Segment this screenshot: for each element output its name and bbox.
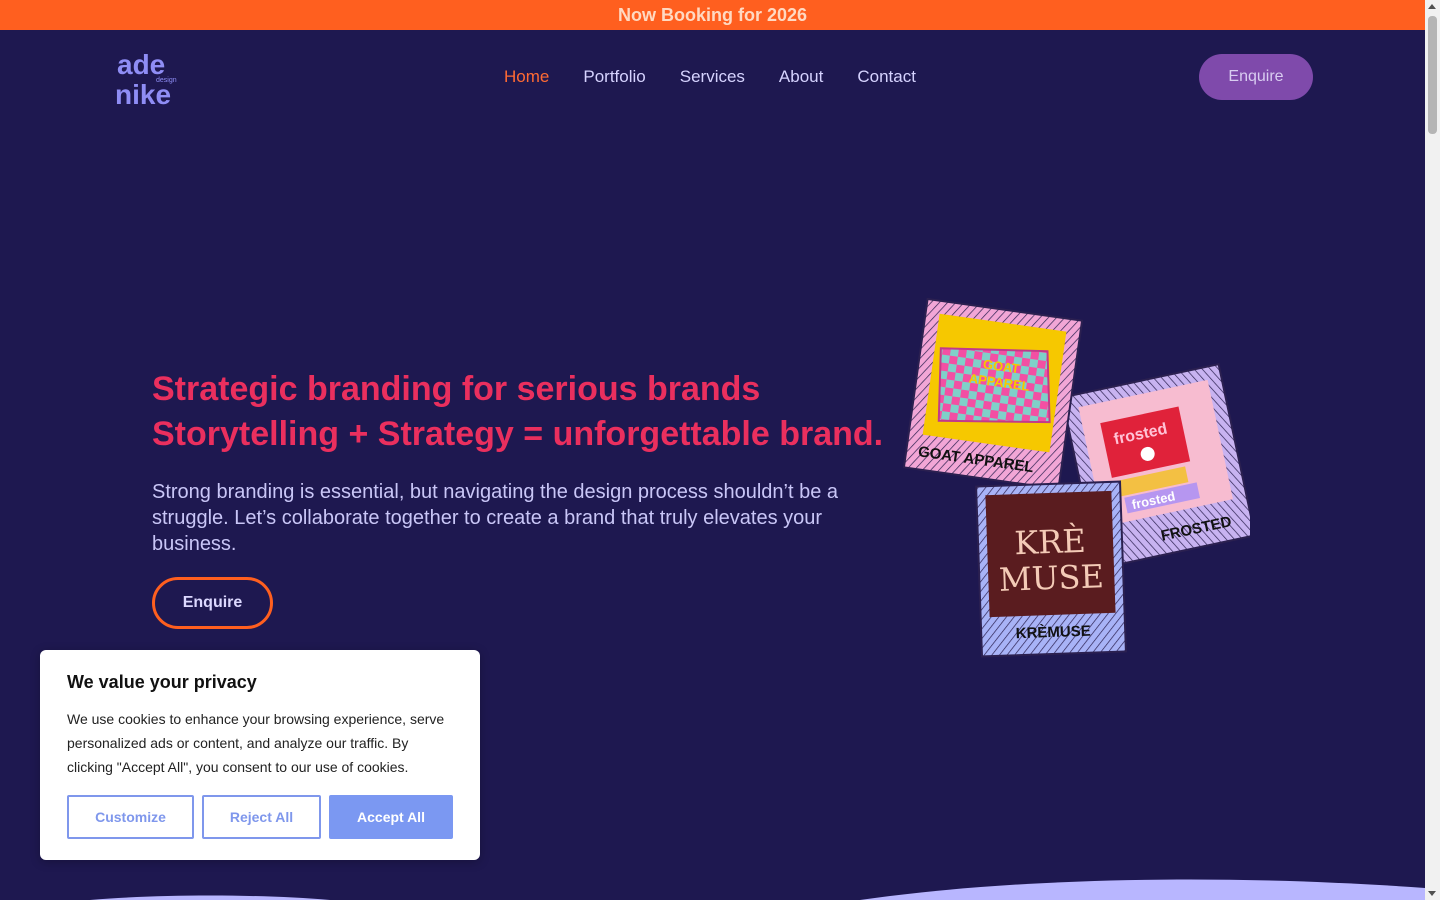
site-logo[interactable]: ade design nike xyxy=(112,48,192,108)
logo-text-line2: nike xyxy=(115,79,171,108)
cookie-title: We value your privacy xyxy=(67,672,257,692)
scroll-up-icon[interactable] xyxy=(1428,4,1436,9)
kremuse-card[interactable]: KRÈ MUSE KRÈMUSE xyxy=(975,480,1127,658)
nav-portfolio[interactable]: Portfolio xyxy=(583,66,645,88)
accept-all-button[interactable]: Accept All xyxy=(329,795,453,839)
hero-headline: Strategic branding for serious brands St… xyxy=(152,367,912,457)
kremuse-logo-line2: MUSE xyxy=(998,557,1104,599)
goat-apparel-card[interactable]: GOAT APPAREL GOAT APPAREL xyxy=(902,297,1084,491)
scrollbar-thumb[interactable] xyxy=(1428,16,1437,134)
bottom-wave-decoration xyxy=(90,879,1425,900)
nav-home[interactable]: Home xyxy=(504,66,549,88)
nav-about[interactable]: About xyxy=(779,66,823,88)
nav-services[interactable]: Services xyxy=(680,66,745,88)
hero-headline-line2: Storytelling + Strategy = unforgettable … xyxy=(152,415,884,453)
kremuse-logo-line1: KRÈ xyxy=(1014,522,1087,562)
portfolio-collage: frosted frosted FROSTED GOAT APPAREL GOA… xyxy=(902,297,1250,658)
cookie-body: We use cookies to enhance your browsing … xyxy=(67,711,445,775)
hero-enquire-button[interactable]: Enquire xyxy=(152,577,273,629)
reject-all-button[interactable]: Reject All xyxy=(202,795,321,839)
announcement-text: Now Booking for 2026 xyxy=(617,4,808,25)
scroll-down-icon[interactable] xyxy=(1428,891,1436,896)
main-nav: Home Portfolio Services About Contact xyxy=(504,66,916,88)
header-enquire-button[interactable]: Enquire xyxy=(1199,54,1313,100)
hero-headline-line1: Strategic branding for serious brands xyxy=(152,370,761,408)
scrollbar[interactable] xyxy=(1425,0,1440,900)
hero-body: Strong branding is essential, but naviga… xyxy=(152,481,839,555)
cookie-consent-banner: We value your privacy We use cookies to … xyxy=(40,650,480,860)
customize-button[interactable]: Customize xyxy=(67,795,194,839)
logo-text-line1: ade xyxy=(117,49,165,80)
nav-contact[interactable]: Contact xyxy=(857,66,916,88)
announcement-bar: Now Booking for 2026 xyxy=(0,0,1425,30)
kremuse-caption: KRÈMUSE xyxy=(1015,623,1091,643)
